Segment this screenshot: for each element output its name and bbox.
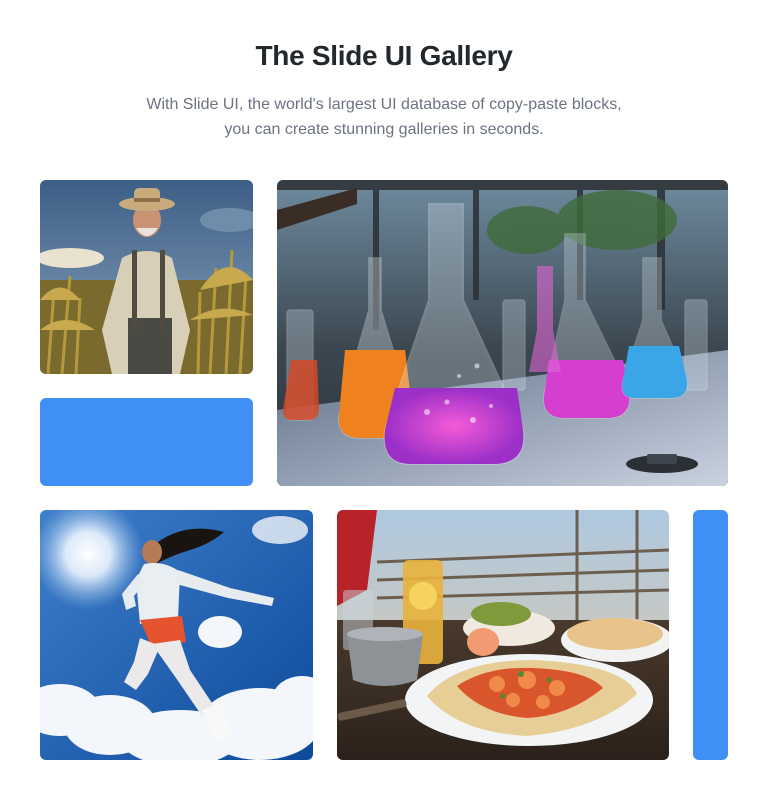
jumping-woman-photo-icon <box>40 510 313 760</box>
gallery-image-lab-flasks[interactable] <box>277 180 728 486</box>
subtitle-line-1: With Slide UI, the world's largest UI da… <box>146 96 622 113</box>
gallery-color-block[interactable] <box>40 398 253 486</box>
gallery-image-farmer[interactable] <box>40 180 253 374</box>
gallery-image-food-plate[interactable] <box>337 510 669 760</box>
page-title: The Slide UI Gallery <box>255 40 513 71</box>
page-subtitle: With Slide UI, the world's largest UI da… <box>84 92 684 142</box>
gallery-color-block[interactable] <box>693 510 728 760</box>
lab-flasks-photo-icon <box>277 180 728 486</box>
farmer-photo-icon <box>40 180 253 374</box>
food-plate-photo-icon <box>337 510 669 760</box>
subtitle-line-2: you can create stunning galleries in sec… <box>224 121 544 138</box>
gallery-image-jumping-woman[interactable] <box>40 510 313 760</box>
